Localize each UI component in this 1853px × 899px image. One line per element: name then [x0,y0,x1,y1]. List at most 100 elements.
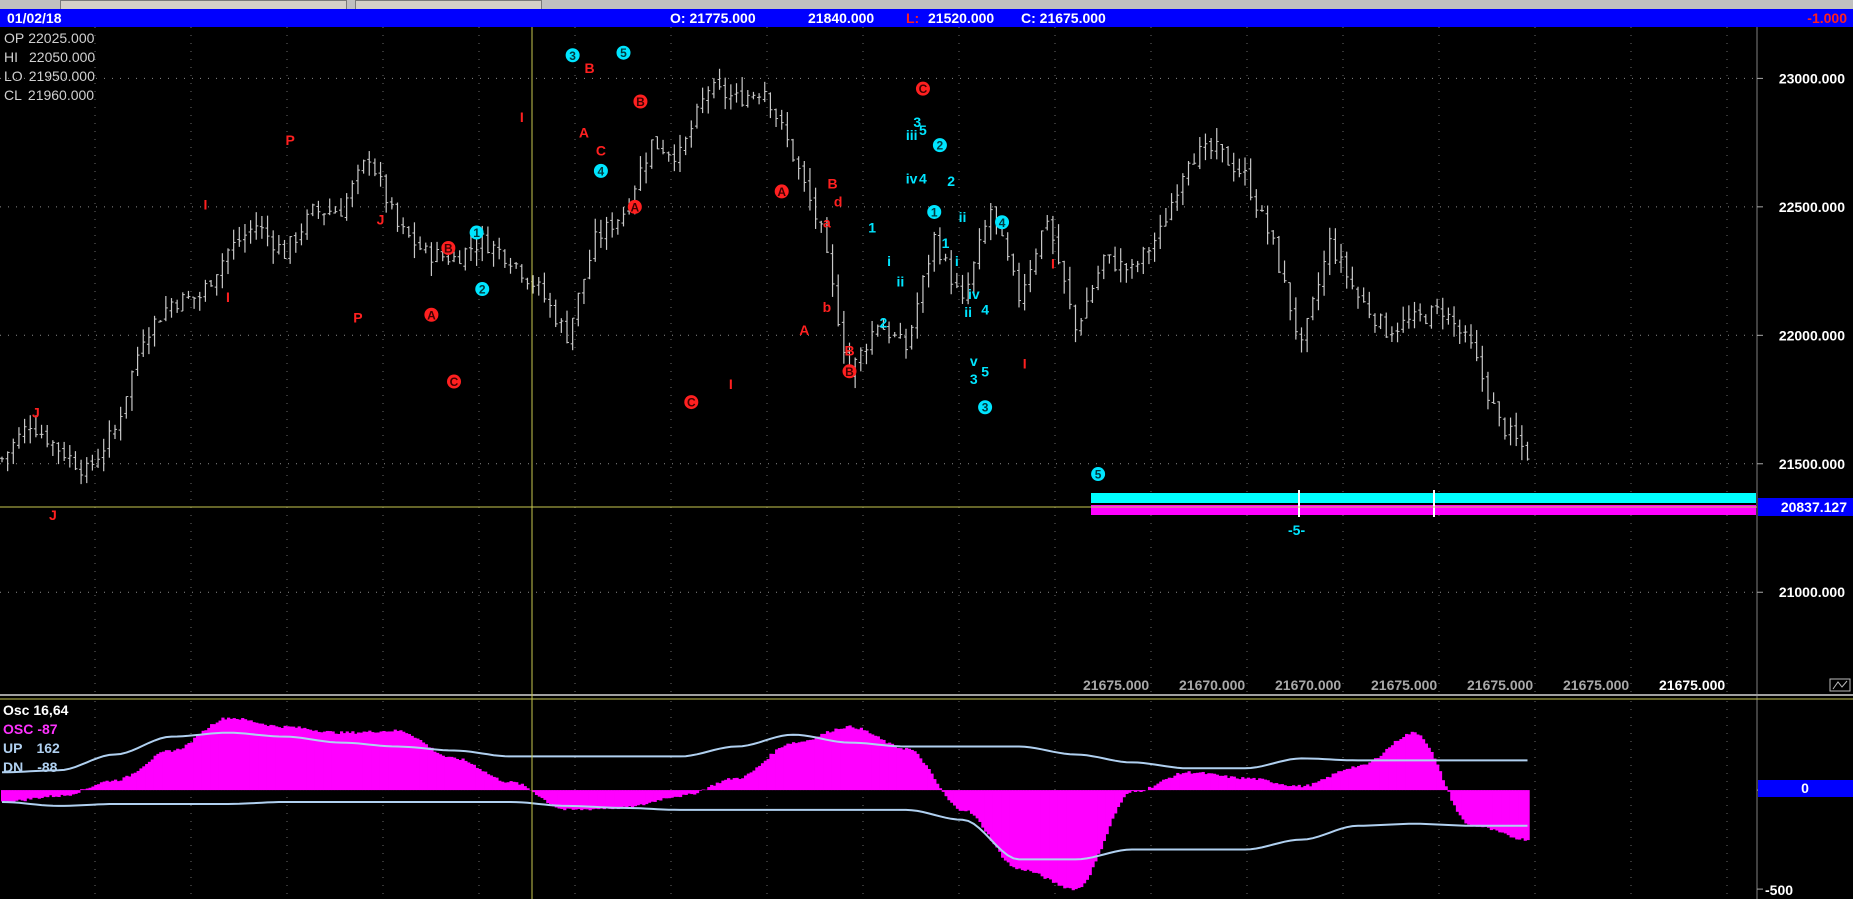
osc-bar [783,745,787,791]
chart-canvas[interactable]: JJIIPJPBAC12I3BAC45BACIAAbaBdBB12iiiC35i… [0,27,1853,899]
osc-bar [3,790,8,802]
osc-bar [193,737,197,791]
osc-bar [695,790,700,794]
osc-bar [619,790,623,808]
osc-bar [543,790,547,800]
osc-bar [517,784,522,791]
osc-bar [1325,776,1330,791]
osc-bar [735,777,739,791]
osc-bar [1523,790,1527,841]
osc-bar [54,790,58,797]
osc-bar [984,790,988,832]
osc-bar [1057,790,1061,886]
osc-bar [998,790,1002,852]
wave-label: 4 [598,164,605,178]
osc-bar [611,790,615,810]
wave-label: A [777,185,786,199]
osc-bar [416,738,420,791]
osc-bar [1300,787,1304,791]
osc-bar [20,790,24,801]
osc-bar [854,728,858,791]
osc-bar [958,790,962,811]
osc-bar [204,730,208,791]
osc-bar [840,728,844,791]
osc-bar [944,790,948,797]
osc-bar [130,773,135,791]
osc-bar [1458,790,1462,816]
osc-bar [424,744,428,791]
wave-label: J [49,507,57,523]
osc-bar [232,718,236,791]
osc-bar [156,753,160,791]
osc-bar [1207,773,1211,791]
bottom-value-current: 21675.000 [1659,677,1725,693]
osc-bar [659,790,663,801]
osc-bar [1492,790,1496,830]
y-tick-label: 21000.000 [1779,584,1845,600]
osc-bar [1085,790,1089,880]
osc-bar [551,790,556,807]
osc-bar [1159,781,1163,791]
osc-bar [1373,758,1378,791]
osc-bar [1015,790,1019,870]
osc-bar [1255,779,1259,791]
osc-bar [814,736,818,791]
osc-bar [1472,790,1477,826]
bottom-value: 21675.000 [1467,677,1533,693]
wave-label: iv [968,286,980,302]
price-panel[interactable] [0,27,1757,695]
osc-bar [436,752,440,791]
osc-bar [1094,790,1098,862]
osc-bar [1512,790,1516,838]
osc-bar [614,790,618,807]
osc-bar [687,790,691,794]
osc-bar [698,790,702,791]
osc-bar [393,729,397,791]
osc-bar [396,730,400,791]
osc-bar [650,790,654,802]
osc-bar [1249,778,1253,791]
osc-bar [1450,790,1454,801]
osc-bar [136,770,140,791]
osc-bar [1009,790,1013,867]
osc-bar [950,790,954,803]
osc-bar [834,728,838,791]
osc-bar [184,744,188,791]
osc-bar [201,730,205,791]
osc-bar [133,772,137,791]
osc-bar [37,790,41,799]
osc-bar [800,741,804,791]
osc-bar [119,780,123,791]
osc-bar [1489,790,1493,831]
osc-bar [1368,762,1372,791]
osc-bar [1040,790,1044,877]
wave-label: a [823,214,831,230]
osc-bar [9,790,13,803]
osc-bar [642,790,646,806]
osc-bar [173,750,177,791]
osc-bar [1128,790,1132,793]
osc-bar [1105,790,1109,835]
bar-date: 01/02/18 [7,10,62,26]
osc-bar [365,731,369,791]
osc-bar [1345,768,1349,791]
osc-bar [1518,790,1522,840]
osc-bar [385,731,389,791]
osc-bar [938,788,943,791]
osc-bar [563,790,567,811]
osc-bar [57,790,61,798]
osc-bar [1362,764,1366,791]
osc-bar [936,783,940,791]
osc-bar [481,771,485,791]
osc-bar [526,788,530,791]
wave-label: 4 [999,216,1006,230]
osc-bar [1385,748,1389,791]
osc-bar [823,733,827,791]
osc-bar [441,755,445,791]
osc-bar [46,790,50,798]
osc-bar [1241,777,1245,791]
osc-bar [718,783,722,791]
osc-bar [455,758,460,791]
wave-label: 1 [942,235,950,251]
osc-bar [1074,790,1078,890]
